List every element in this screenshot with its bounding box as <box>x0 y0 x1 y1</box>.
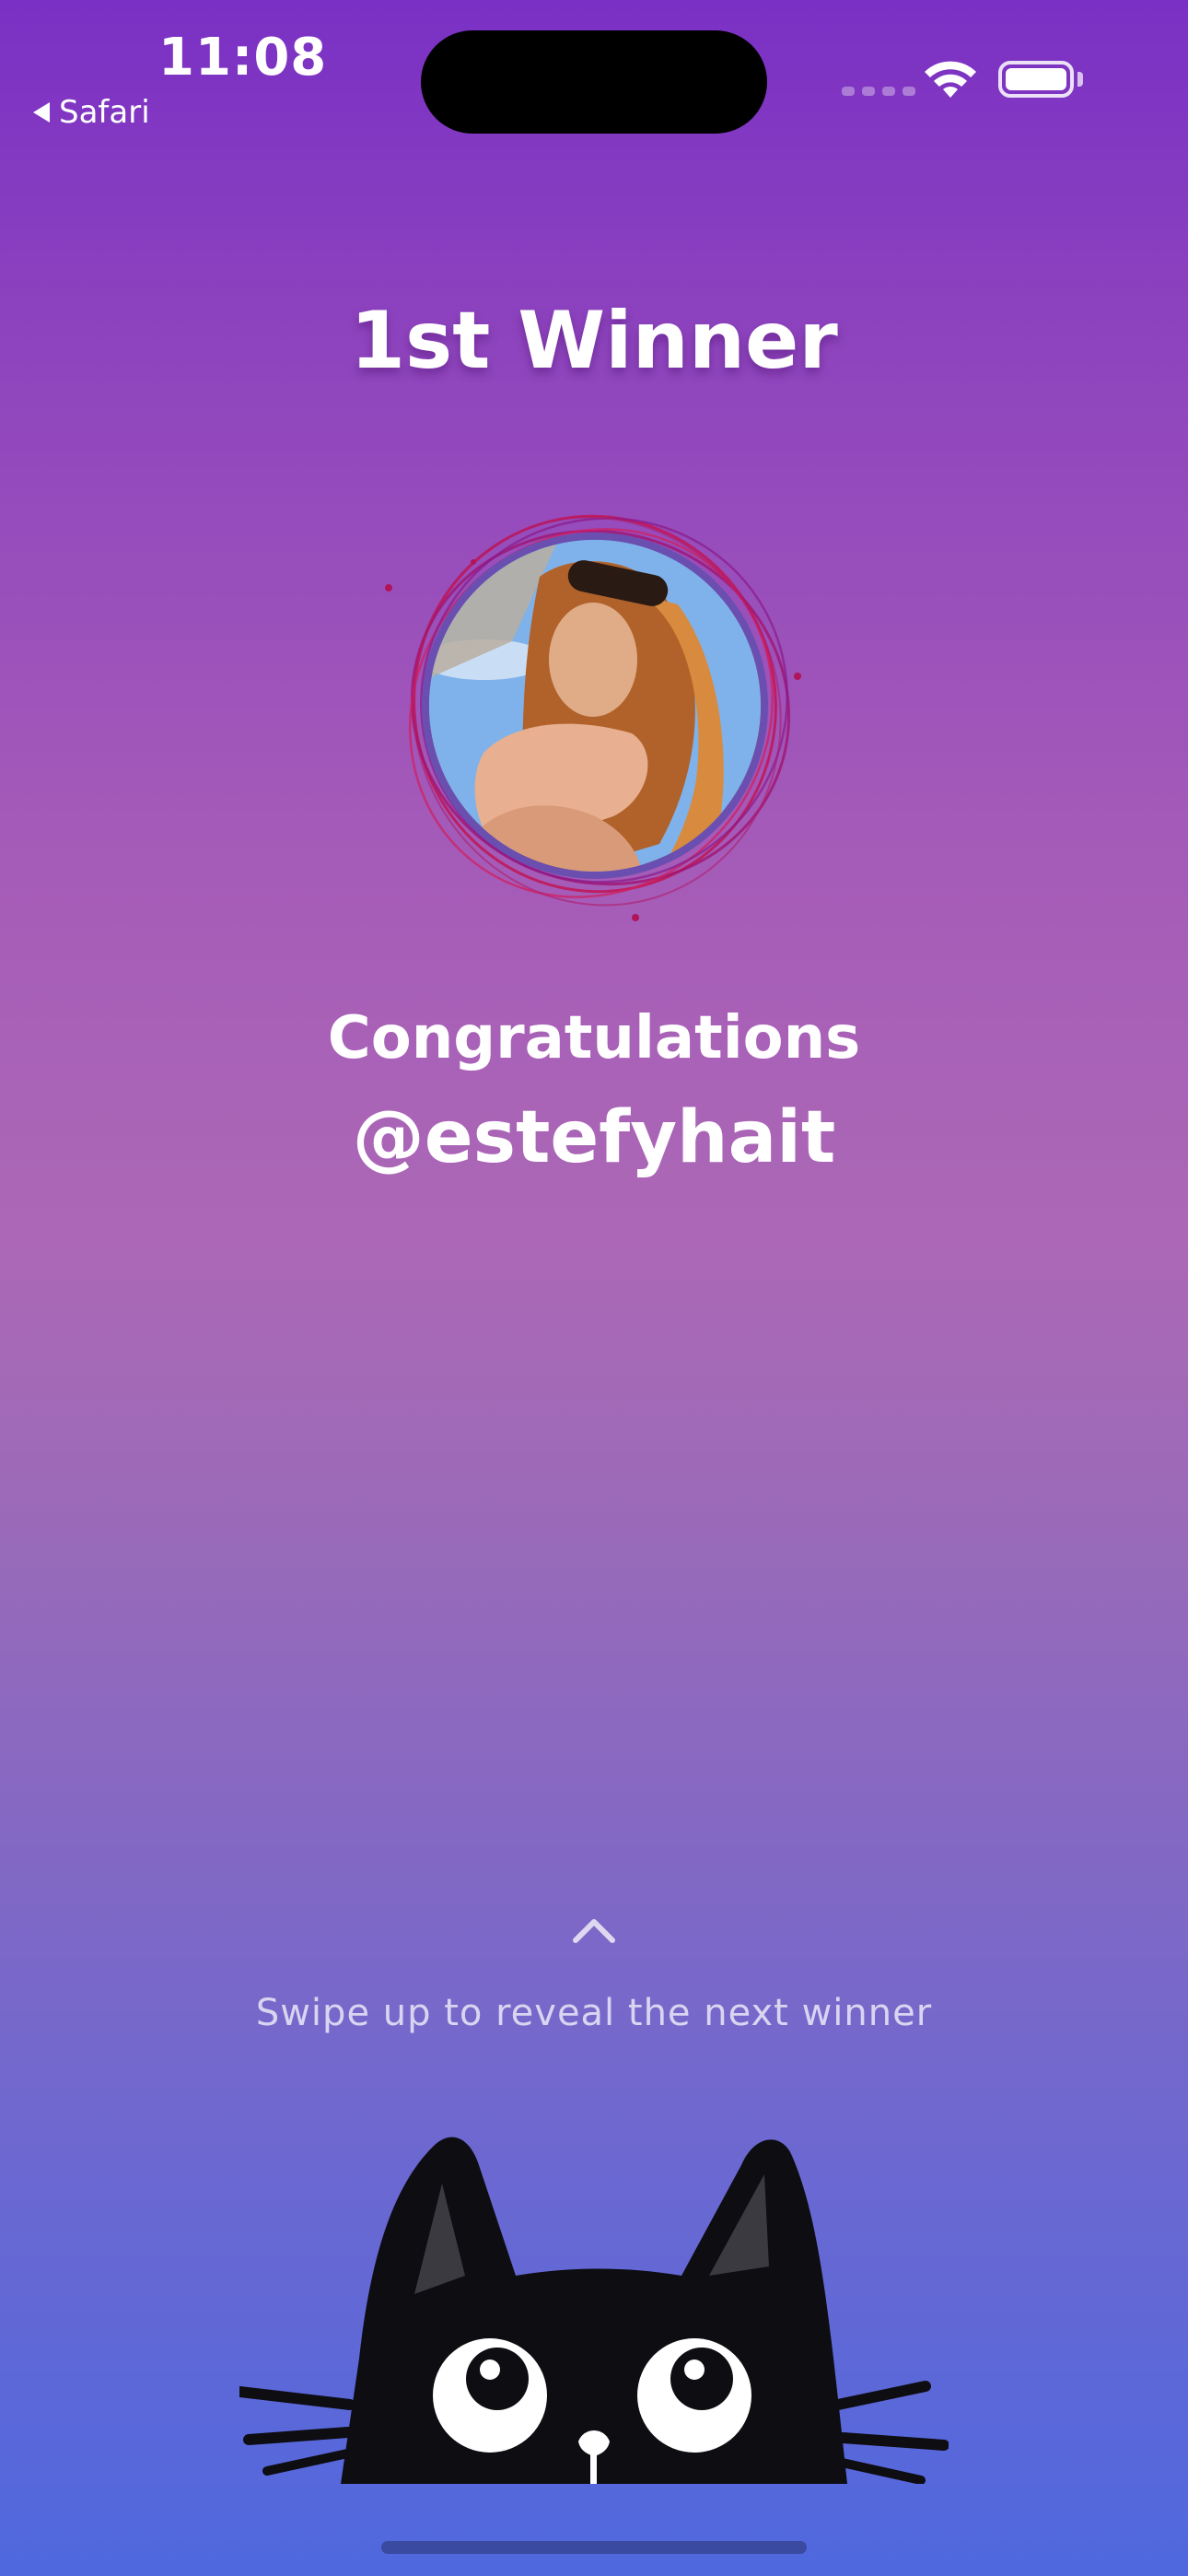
winner-avatar-container <box>378 488 820 931</box>
congratulations-label: Congratulations <box>327 1004 861 1072</box>
chevron-up-icon[interactable] <box>572 1916 616 1944</box>
battery-level <box>1006 68 1066 90</box>
swipe-hint-text: Swipe up to reveal the next winner <box>255 1992 933 2034</box>
cellular-signal-icon <box>842 87 915 96</box>
winner-screen[interactable]: 11:08 Safari 1st Winner Congratulations … <box>0 0 1188 2576</box>
back-triangle-icon <box>33 102 50 123</box>
home-indicator[interactable] <box>381 2541 807 2554</box>
battery-icon <box>998 61 1074 98</box>
peeking-cat-illustration <box>239 2137 949 2484</box>
battery-cap <box>1077 72 1083 87</box>
wifi-icon <box>925 61 976 98</box>
dynamic-island <box>421 30 767 134</box>
back-to-safari-link[interactable]: Safari <box>33 94 150 131</box>
back-label: Safari <box>59 94 150 131</box>
winner-title: 1st Winner <box>350 295 838 387</box>
status-time: 11:08 <box>158 28 328 88</box>
winner-handle[interactable]: @estefyhait <box>0 1096 1188 1179</box>
winner-avatar <box>422 533 768 879</box>
